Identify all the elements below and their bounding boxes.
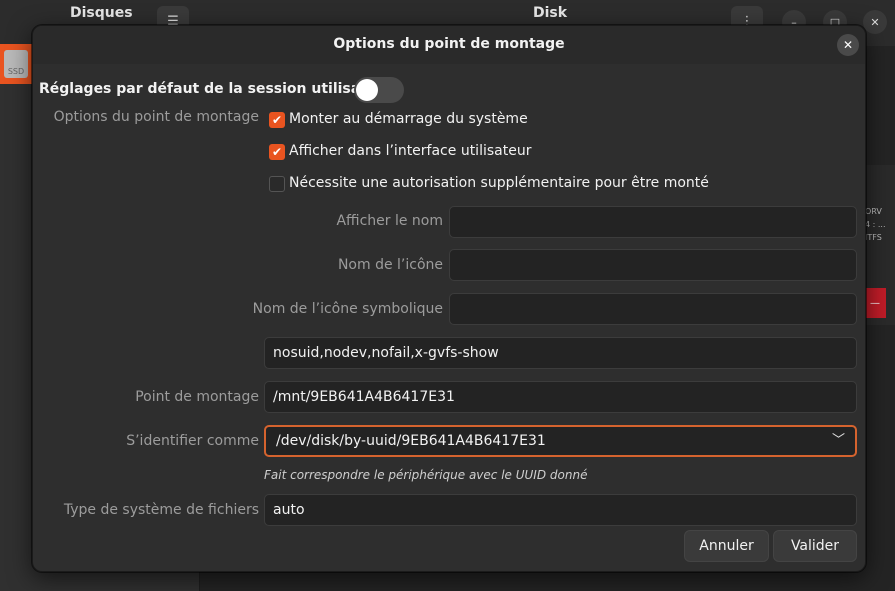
close-window-icon[interactable]: ✕ xyxy=(863,10,887,34)
display-name-input[interactable] xyxy=(449,206,857,238)
mount-options-label: Options du point de montage xyxy=(53,109,259,125)
user-defaults-switch[interactable] xyxy=(354,77,404,103)
volume-text-2: 4 : ... xyxy=(865,220,886,229)
mount-at-startup-label: Monter au démarrage du système xyxy=(289,111,528,127)
switch-knob xyxy=(356,79,378,101)
identify-as-dropdown[interactable]: /dev/disk/by-uuid/9EB641A4B6417E31 ﹀ xyxy=(264,425,857,457)
mount-options-dialog: Options du point de montage ✕ Réglages p… xyxy=(32,25,866,572)
window-title: Disk xyxy=(533,5,568,21)
mount-point-input[interactable]: /mnt/9EB641A4B6417E31 xyxy=(264,381,857,413)
ok-button[interactable]: Valider xyxy=(773,530,857,562)
selected-drive-item[interactable]: SSD xyxy=(0,44,33,84)
drive-label: SSD xyxy=(7,67,25,76)
display-name-label: Afficher le nom xyxy=(336,213,443,229)
fs-type-input[interactable]: auto xyxy=(264,494,857,526)
show-in-ui-label: Afficher dans l’interface utilisateur xyxy=(289,143,532,159)
dialog-title: Options du point de montage xyxy=(333,36,565,52)
symbolic-icon-name-label: Nom de l’icône symbolique xyxy=(252,301,443,317)
dialog-titlebar: Options du point de montage ✕ xyxy=(33,26,865,64)
mount-options-input[interactable]: nosuid,nodev,nofail,x-gvfs-show xyxy=(264,337,857,369)
volume-text-1: ORV xyxy=(865,207,882,216)
volume-text-3: ITFS xyxy=(865,233,882,242)
identify-as-hint: Fait correspondre le périphérique avec l… xyxy=(264,468,588,482)
show-in-ui-checkbox[interactable]: ✔ xyxy=(269,144,285,160)
ssd-icon: SSD xyxy=(4,50,28,78)
require-auth-label: Nécessite une autorisation supplémentair… xyxy=(289,175,709,191)
identify-as-value: /dev/disk/by-uuid/9EB641A4B6417E31 xyxy=(276,433,546,449)
mount-at-startup-checkbox[interactable]: ✔ xyxy=(269,112,285,128)
icon-name-label: Nom de l’icône xyxy=(337,257,443,273)
require-auth-checkbox[interactable] xyxy=(269,176,285,192)
remove-volume-button[interactable]: — xyxy=(864,288,886,318)
close-icon[interactable]: ✕ xyxy=(837,34,859,56)
identify-as-label: S’identifier comme xyxy=(126,433,259,449)
cancel-button[interactable]: Annuler xyxy=(684,530,769,562)
mount-point-label: Point de montage xyxy=(135,389,259,405)
fs-type-label: Type de système de fichiers xyxy=(63,502,259,518)
user-defaults-label: Réglages par défaut de la session utilis… xyxy=(39,81,394,97)
sidebar-title: Disques xyxy=(70,5,133,21)
chevron-down-icon: ﹀ xyxy=(831,433,845,448)
symbolic-icon-name-input[interactable] xyxy=(449,293,857,325)
icon-name-input[interactable] xyxy=(449,249,857,281)
